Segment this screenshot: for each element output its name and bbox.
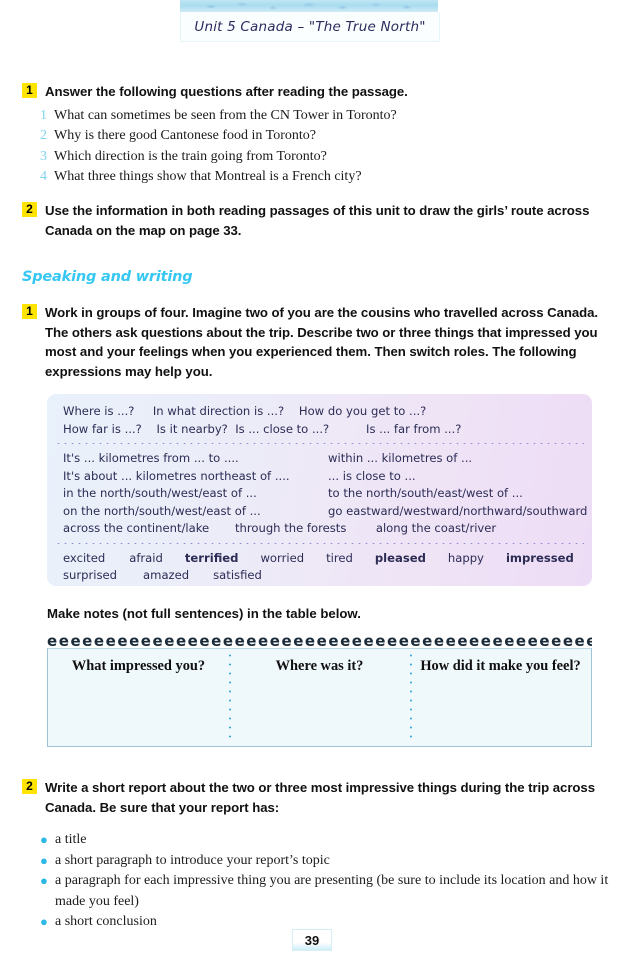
reading-questions-list: 1 What can sometimes be seen from the CN… xyxy=(40,106,582,188)
writing-exercise-2: 2 Write a short report about the two or … xyxy=(22,778,607,817)
bullet-icon: ● xyxy=(40,873,48,888)
exercise-number-badge: 1 xyxy=(22,304,37,319)
reading-exercise-1: 1 Answer the following questions after r… xyxy=(22,82,582,188)
expression-last-line: across the continent/lake through the fo… xyxy=(63,521,497,535)
question-text: Why is there good Cantonese food in Toro… xyxy=(54,128,316,143)
bullet-icon: ● xyxy=(40,832,48,847)
adjective-word: amazed xyxy=(143,568,190,582)
page-number-box: 39 xyxy=(292,929,332,951)
report-requirements-list: ● a title ● a short paragraph to introdu… xyxy=(40,830,610,933)
page-number: 39 xyxy=(304,932,320,948)
question-phrase-line: How far is ...? Is it nearby? Is ... clo… xyxy=(63,421,462,436)
bullet-text: a title xyxy=(55,832,87,847)
list-item: 3 Which direction is the train going fro… xyxy=(40,147,582,168)
adjective-word: tired xyxy=(326,550,353,565)
section-heading-speaking-and-writing: Speaking and writing xyxy=(22,269,193,285)
watercolor-strip xyxy=(180,0,438,12)
bullet-text: a short paragraph to introduce your repo… xyxy=(55,852,330,868)
column-header: What impressed you? xyxy=(71,658,206,674)
exercise-2-instruction: Use the information in both reading pass… xyxy=(45,203,590,238)
bullet-icon: ● xyxy=(40,914,48,929)
question-number: 3 xyxy=(40,148,47,164)
list-item: ● a paragraph for each impressive thing … xyxy=(40,871,610,912)
notes-table: eeeeeeeeeeeeeeeeeeeeeeeeeeeeeeeeeeeeeeee… xyxy=(47,634,592,747)
expression-right: to the north/south/east/west of ... xyxy=(328,486,523,500)
adjective-word: satisfied xyxy=(213,568,262,582)
speaking-exercise-1-instruction: Work in groups of four. Imagine two of y… xyxy=(45,305,599,379)
unit-title-box: Unit 5 Canada – "The True North" xyxy=(180,12,440,42)
dotted-divider xyxy=(55,542,584,544)
question-number: 4 xyxy=(40,169,47,184)
notes-table-body: What impressed you? Where was it? How di… xyxy=(47,648,592,747)
reading-exercise-2: 2 Use the information in both reading pa… xyxy=(22,201,602,240)
question-number: 2 xyxy=(40,128,47,143)
exercise-number-badge: 2 xyxy=(22,202,37,217)
expression-row: It's ... kilometres from ... to .... wit… xyxy=(63,450,576,468)
question-text: What three things show that Montreal is … xyxy=(54,169,362,184)
unit-header-banner: Unit 5 Canada – "The True North" xyxy=(180,0,440,42)
adjectives-row: surprised amazed satisfied xyxy=(63,567,576,585)
question-text: Which direction is the train going from … xyxy=(54,148,327,164)
question-number: 1 xyxy=(40,107,47,123)
expression-right: within ... kilometres of ... xyxy=(328,451,473,465)
notes-column[interactable]: How did it make you feel? xyxy=(410,649,591,746)
expression-left: on the north/south/west/east of ... xyxy=(63,503,261,518)
useful-expressions-box: Where is ...? In what direction is ...? … xyxy=(47,394,592,586)
list-item: ● a title xyxy=(40,830,610,851)
expression-row: in the north/south/west/east of ... to t… xyxy=(63,485,576,503)
expression-row: It's about ... kilometres northeast of .… xyxy=(63,468,576,486)
adjective-word: worried xyxy=(260,550,305,565)
expression-row: on the north/south/west/east of ... go e… xyxy=(63,503,587,521)
adjective-word: pleased xyxy=(374,550,426,565)
exercise-1-instruction: Answer the following questions after rea… xyxy=(45,84,408,99)
expression-left: in the north/south/west/east of ... xyxy=(63,486,257,500)
adjective-word: afraid xyxy=(129,550,163,565)
question-phrases-section: Where is ...? In what direction is ...? … xyxy=(47,403,592,438)
adjective-word: happy xyxy=(447,550,484,565)
bullet-icon: ● xyxy=(40,852,48,868)
unit-title: Unit 5 Canada – "The True North" xyxy=(194,18,426,35)
notes-column[interactable]: What impressed you? xyxy=(48,649,229,746)
exercise-number-badge: 2 xyxy=(22,779,37,794)
notes-column[interactable]: Where was it? xyxy=(229,649,410,746)
expression-phrases-section: It's ... kilometres from ... to .... wit… xyxy=(47,450,592,538)
adjective-word: excited xyxy=(63,550,106,565)
dotted-divider xyxy=(55,443,584,444)
list-item: 4 What three things show that Montreal i… xyxy=(40,167,582,188)
adjective-word: surprised xyxy=(63,568,118,582)
adjective-word: impressed xyxy=(505,550,574,565)
adjectives-section: excited afraid terrified worried tired please… xyxy=(47,550,592,585)
adjectives-row: excited afraid terrified worried tired please… xyxy=(63,550,576,568)
expression-left: It's ... kilometres from ... to .... xyxy=(63,451,239,465)
list-item: 2 Why is there good Cantonese food in To… xyxy=(40,126,582,147)
make-notes-instruction: Make notes (not full sentences) in the t… xyxy=(47,606,361,621)
column-header: Where was it? xyxy=(275,658,364,674)
expression-left: It's about ... kilometres northeast of .… xyxy=(63,468,290,483)
exercise-1-heading-row: 1 Answer the following questions after r… xyxy=(22,82,582,102)
spiral-binding-icon: eeeeeeeeeeeeeeeeeeeeeeeeeeeeeeeeeeeeeeee… xyxy=(47,634,592,649)
list-item: 1 What can sometimes be seen from the CN… xyxy=(40,106,582,127)
writing-exercise-2-instruction: Write a short report about the two or th… xyxy=(45,780,595,815)
expression-right: go eastward/westward/northward/southward xyxy=(328,503,588,518)
expression-right: ... is close to ... xyxy=(328,468,416,483)
adjective-word: terrified xyxy=(184,550,239,565)
bullet-text: a paragraph for each impressive thing yo… xyxy=(55,873,609,909)
speaking-exercise-1: 1 Work in groups of four. Imagine two of… xyxy=(22,303,602,381)
question-text: What can sometimes be seen from the CN T… xyxy=(54,107,397,123)
question-phrase-line: Where is ...? In what direction is ...? … xyxy=(63,404,427,418)
bullet-text: a short conclusion xyxy=(55,914,157,929)
list-item: ● a short paragraph to introduce your re… xyxy=(40,851,610,872)
column-header: How did it make you feel? xyxy=(420,658,581,674)
exercise-number-badge: 1 xyxy=(22,83,37,98)
